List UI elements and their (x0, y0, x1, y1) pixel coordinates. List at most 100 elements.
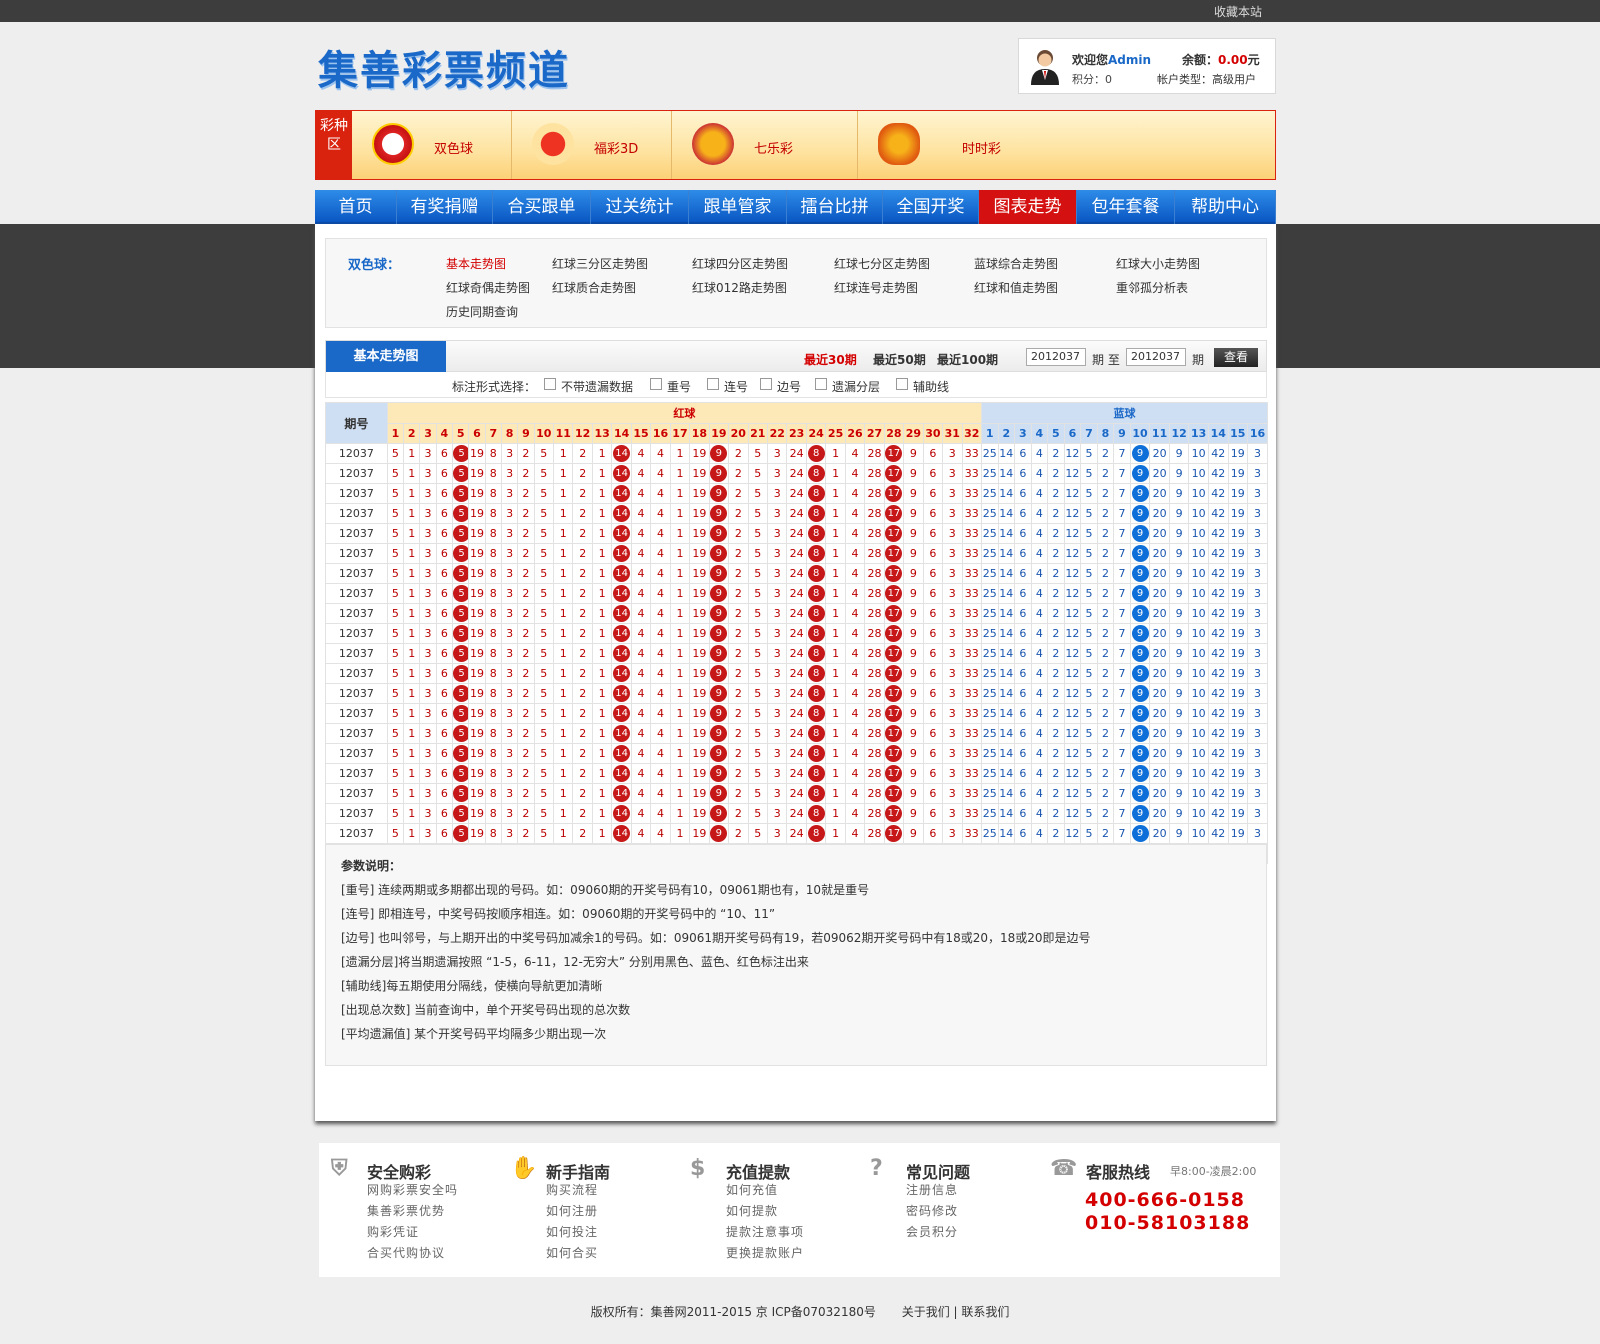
red-cell: 1 (669, 823, 691, 844)
red-cell: 5 (533, 703, 555, 724)
footer-link[interactable]: 更换提款账户 (726, 1244, 804, 1261)
blue-cell: 25 (980, 523, 999, 544)
blue-cell: 25 (980, 783, 999, 804)
submenu-link[interactable]: 历史同期查询 (446, 303, 518, 320)
blue-cell: 4 (1030, 443, 1049, 464)
red-cell: 9 (903, 603, 924, 624)
footer-link[interactable]: 密码修改 (906, 1202, 958, 1219)
nav-item-7[interactable]: 图表走势 (979, 190, 1077, 224)
blue-cell: 14 (997, 683, 1016, 704)
footer-link[interactable]: 提款注意事项 (726, 1223, 804, 1240)
footer-link[interactable]: 会员积分 (906, 1223, 958, 1240)
footer-link[interactable]: 集善彩票优势 (367, 1202, 445, 1219)
nav-item-1[interactable]: 有奖捐赠 (397, 190, 493, 224)
submenu-link[interactable]: 红球三分区走势图 (552, 255, 648, 272)
blue-number-header: 15 (1227, 423, 1249, 444)
submenu-link[interactable]: 重邻孤分析表 (1116, 279, 1188, 296)
nav-item-2[interactable]: 合买跟单 (493, 190, 591, 224)
submenu-link[interactable]: 红球奇偶走势图 (446, 279, 530, 296)
red-cell: 3 (766, 723, 788, 744)
tab-basic-chart[interactable]: 基本走势图 (326, 341, 446, 372)
checkbox-layer[interactable] (815, 378, 827, 390)
nav-item-3[interactable]: 过关统计 (591, 190, 689, 224)
submenu-link[interactable]: 蓝球综合走势图 (974, 255, 1058, 272)
footer-link[interactable]: 注册信息 (906, 1181, 958, 1198)
footer-link[interactable]: 如何提款 (726, 1202, 778, 1219)
issue-cell: 12037 (325, 663, 388, 684)
red-cell: 8 (484, 443, 502, 464)
submenu-link[interactable]: 红球大小走势图 (1116, 255, 1200, 272)
checkbox-edge[interactable] (760, 378, 772, 390)
submenu-link[interactable]: 红球四分区走势图 (692, 255, 788, 272)
nav-item-5[interactable]: 擂台比拼 (787, 190, 883, 224)
submenu-link[interactable]: 红球质合走势图 (552, 279, 636, 296)
contact-link[interactable]: 联系我们 (961, 1305, 1009, 1319)
checkbox-repeat[interactable] (650, 378, 662, 390)
red-cell: 28 (864, 523, 885, 544)
red-cell: 4 (630, 583, 652, 604)
period-from-input[interactable]: 2012037 (1026, 348, 1086, 366)
red-cell: 2 (517, 563, 535, 584)
red-cell: 9 (903, 623, 924, 644)
red-ball: 9 (710, 525, 728, 542)
footer-link[interactable]: 网购彩票安全吗 (367, 1181, 458, 1198)
red-cell: 8 (484, 663, 502, 684)
blue-ball: 9 (1131, 685, 1149, 702)
checkbox-consecutive[interactable] (707, 378, 719, 390)
lottery-ssc[interactable]: 时时彩 (858, 111, 1058, 179)
red-ball: 5 (453, 465, 468, 482)
footer-link[interactable]: 如何投注 (546, 1223, 598, 1240)
username[interactable]: Admin (1108, 53, 1151, 67)
nav-item-0[interactable]: 首页 (315, 190, 397, 224)
red-cell: 8 (805, 703, 827, 724)
red-cell: 1 (403, 563, 421, 584)
period-to-input[interactable]: 2012037 (1126, 348, 1186, 366)
red-cell: 6 (435, 783, 454, 804)
footer-link[interactable]: 合买代购协议 (367, 1244, 445, 1261)
red-cell: 5 (386, 523, 405, 544)
blue-cell: 6 (1014, 823, 1032, 844)
about-link[interactable]: 关于我们 (902, 1305, 950, 1319)
blue-cell: 2 (1047, 603, 1065, 624)
copyright: 版权所有：集善网2011-2015 京 ICP备07032180号 关于我们 |… (590, 1305, 1010, 1319)
red-cell: 4 (844, 483, 866, 504)
submenu-link[interactable]: 基本走势图 (446, 255, 506, 272)
red-ball: 8 (807, 465, 825, 482)
red-cell: 33 (961, 483, 982, 504)
recent-30-link[interactable]: 最近30期 (804, 351, 857, 368)
recent-100-link[interactable]: 最近100期 (937, 351, 998, 368)
submenu-link[interactable]: 红球七分区走势图 (834, 255, 930, 272)
lottery-3d[interactable]: 福彩3D (512, 111, 672, 179)
submenu-link[interactable]: 红球012路走势图 (692, 279, 787, 296)
footer-link[interactable]: 购彩凭证 (367, 1223, 419, 1240)
favorite-link[interactable]: 收藏本站 (1214, 3, 1262, 20)
red-cell: 8 (805, 763, 827, 784)
nav-item-9[interactable]: 帮助中心 (1175, 190, 1276, 224)
red-cell: 1 (403, 543, 421, 564)
submenu-link[interactable]: 红球连号走势图 (834, 279, 918, 296)
footer-link[interactable]: 购买流程 (546, 1181, 598, 1198)
footer-link[interactable]: 如何注册 (546, 1202, 598, 1219)
red-cell: 3 (942, 783, 963, 804)
recent-50-link[interactable]: 最近50期 (873, 351, 926, 368)
blue-number-header: 4 (1030, 423, 1049, 444)
nav-item-4[interactable]: 跟单管家 (689, 190, 787, 224)
checkbox-guide-lines[interactable] (896, 378, 908, 390)
footer-link[interactable]: 如何合买 (546, 1244, 598, 1261)
checkbox-no-omission[interactable] (544, 378, 556, 390)
red-cell: 4 (844, 463, 866, 484)
red-cell: 4 (844, 583, 866, 604)
nav-item-8[interactable]: 包年套餐 (1077, 190, 1175, 224)
lottery-qlc[interactable]: 七乐彩 (672, 111, 858, 179)
submenu-link[interactable]: 红球和值走势图 (974, 279, 1058, 296)
blue-cell: 25 (980, 463, 999, 484)
footer-link[interactable]: 如何充值 (726, 1181, 778, 1198)
query-button[interactable]: 查看 (1214, 348, 1258, 367)
red-cell: 8 (805, 563, 827, 584)
site-logo[interactable]: 集善彩票频道 (318, 38, 570, 96)
nav-item-6[interactable]: 全国开奖 (883, 190, 979, 224)
lottery-ssq[interactable]: 双色球 (352, 111, 512, 179)
blue-cell: 42 (1207, 583, 1229, 604)
red-cell: 14 (611, 623, 632, 644)
red-ball: 17 (885, 745, 903, 762)
